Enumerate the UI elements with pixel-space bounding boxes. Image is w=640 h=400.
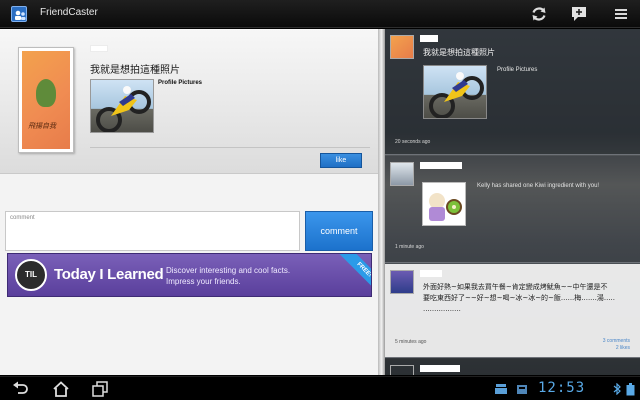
home-button[interactable] <box>51 380 71 398</box>
battery-icon <box>626 383 635 396</box>
store-icon <box>517 385 527 394</box>
feed-author[interactable] <box>420 162 462 169</box>
avatar-artwork: 飛揚自我 <box>22 51 70 149</box>
likes-count-link[interactable]: 2 likes <box>616 345 630 351</box>
poster-avatar[interactable]: 飛揚自我 <box>18 47 74 153</box>
back-icon <box>13 381 28 394</box>
post-album-label: Profile Pictures <box>158 80 203 86</box>
feed-author[interactable] <box>420 270 442 277</box>
feed-avatar[interactable] <box>390 270 414 294</box>
refresh-icon <box>532 7 546 21</box>
panel-splitter[interactable] <box>378 29 385 375</box>
feed-text: Kelly has shared one Kiwi ingredient wit… <box>477 183 600 189</box>
feed-item-selected[interactable]: 外面好熱~如果我去買午餐~肯定變成烤魷魚~~中午還是不 要吃東西好了~~好~想~… <box>385 264 640 358</box>
refresh-button[interactable] <box>529 4 549 24</box>
divider <box>90 147 370 148</box>
feed-album-label: Profile Pictures <box>497 67 538 73</box>
avatar-signature: 飛揚自我 <box>28 122 56 130</box>
comment-button[interactable]: comment <box>305 211 373 251</box>
til-logo-icon: TIL <box>15 259 47 291</box>
action-bar: FriendCaster <box>0 0 640 28</box>
system-navigation-bar: 12:53 <box>0 376 640 400</box>
comment-input[interactable] <box>6 212 299 250</box>
feed-avatar[interactable] <box>390 162 414 186</box>
feed-item[interactable]: Kelly has shared one Kiwi ingredient wit… <box>385 156 640 263</box>
app-title: FriendCaster <box>40 7 98 18</box>
feed-photo[interactable] <box>423 65 487 119</box>
ad-logo-text: TIL <box>25 270 37 279</box>
kiwi-icon <box>429 193 462 221</box>
feed-author[interactable] <box>420 35 438 42</box>
leaf-icon <box>36 79 56 107</box>
post-card: 飛揚自我 我就是想拍這種照片 Profile Pictures like <box>0 29 378 174</box>
usb-icon <box>495 384 507 394</box>
feed-text-line-2: 要吃東西好了~~好~想~喝~冰~冰~的~飯......梅.......湯....… <box>423 294 615 302</box>
ad-description-2: Impress your friends. <box>166 277 241 286</box>
app-logo-icon[interactable] <box>11 6 27 22</box>
new-post-button[interactable] <box>569 4 589 24</box>
feed-avatar[interactable] <box>390 35 414 59</box>
feed-text-line-1: 外面好熱~如果我去買午餐~肯定變成烤魷魚~~中午還是不 <box>423 283 608 291</box>
new-post-icon <box>572 7 586 21</box>
recent-apps-button[interactable] <box>90 380 110 398</box>
feed-timestamp: 1 minute ago <box>395 244 424 250</box>
back-button[interactable] <box>10 380 30 398</box>
post-text: 我就是想拍這種照片 <box>90 65 180 76</box>
feed-author[interactable] <box>420 365 460 372</box>
free-ribbon: FREE! <box>338 254 371 296</box>
ad-banner[interactable]: TIL Today I Learned Discover interesting… <box>7 253 372 297</box>
motorcycle-photo-icon <box>96 86 151 132</box>
ad-description-1: Discover interesting and cool facts. <box>166 266 291 275</box>
like-button[interactable]: like <box>320 153 362 168</box>
feed-timestamp: 20 seconds ago <box>395 139 431 145</box>
feed-item[interactable] <box>385 359 640 375</box>
post-photo[interactable] <box>90 79 154 133</box>
poster-name[interactable] <box>90 45 108 52</box>
overflow-menu-icon <box>615 9 627 19</box>
ad-title: Today I Learned <box>54 266 164 283</box>
bluetooth-icon <box>613 383 621 395</box>
post-detail-panel: 飛揚自我 我就是想拍這種照片 Profile Pictures like com… <box>0 29 378 375</box>
feed-item[interactable]: 我就是想拍這種照片 Profile Pictures 20 seconds ag… <box>385 29 640 155</box>
comment-field-wrapper <box>5 211 300 251</box>
overflow-menu-button[interactable] <box>611 4 631 24</box>
home-icon <box>53 381 69 397</box>
feed-timestamp: 5 minutes ago <box>395 339 427 345</box>
status-clock: 12:53 <box>538 380 586 396</box>
motorcycle-photo-icon <box>429 72 484 118</box>
news-feed[interactable]: 我就是想拍這種照片 Profile Pictures 20 seconds ag… <box>385 29 640 375</box>
recent-apps-icon <box>92 381 108 397</box>
kiwi-ingredient-image[interactable] <box>422 182 466 226</box>
feed-text: 我就是想拍這種照片 <box>423 48 495 57</box>
comments-count-link[interactable]: 3 comments <box>603 338 630 344</box>
feed-avatar[interactable] <box>390 365 414 375</box>
feed-text-line-3: ................. <box>423 305 461 313</box>
